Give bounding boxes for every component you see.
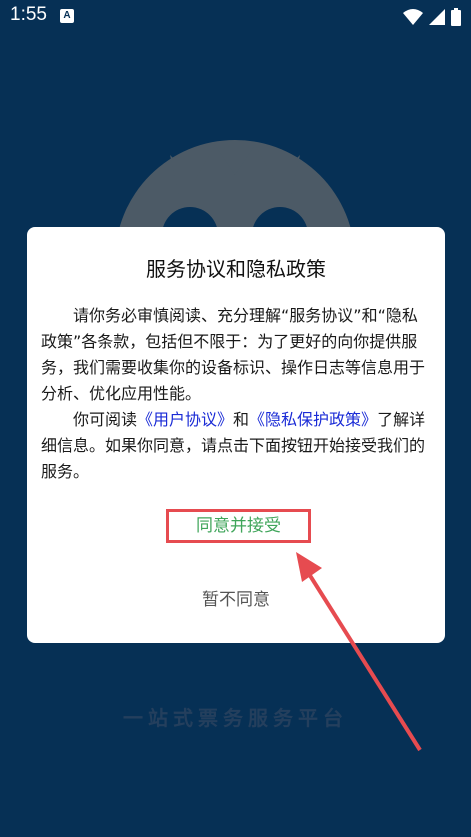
status-time: 1:55 bbox=[10, 4, 47, 25]
notification-icon: A bbox=[60, 9, 74, 23]
dialog-paragraph-2: 你可阅读《用户协议》和《隐私保护政策》了解详细信息。如果你同意，请点击下面按钮开… bbox=[41, 407, 433, 485]
agree-button[interactable]: 同意并接受 bbox=[166, 509, 311, 543]
wifi-icon bbox=[402, 8, 423, 25]
status-bar: 1:55 A bbox=[0, 0, 471, 34]
status-icons bbox=[402, 6, 461, 26]
paragraph2-and: 和 bbox=[233, 410, 250, 429]
background-slogan: 一站式票务服务平台 bbox=[123, 706, 348, 730]
privacy-policy-link[interactable]: 《隐私保护政策》 bbox=[249, 410, 377, 429]
user-agreement-link[interactable]: 《用户协议》 bbox=[137, 410, 233, 429]
dialog-title: 服务协议和隐私政策 bbox=[146, 257, 326, 281]
disagree-button[interactable]: 暂不同意 bbox=[27, 585, 445, 610]
battery-icon bbox=[451, 7, 461, 26]
dialog-body: 请你务必审慎阅读、充分理解“服务协议”和“隐私政策”各条款，包括但不限于：为了更… bbox=[41, 303, 433, 485]
paragraph2-prefix: 你可阅读 bbox=[73, 410, 138, 429]
signal-icon bbox=[428, 8, 445, 25]
agreement-dialog: 服务协议和隐私政策 请你务必审慎阅读、充分理解“服务协议”和“隐私政策”各条款，… bbox=[27, 227, 445, 643]
dialog-paragraph-1: 请你务必审慎阅读、充分理解“服务协议”和“隐私政策”各条款，包括但不限于：为了更… bbox=[41, 306, 426, 403]
